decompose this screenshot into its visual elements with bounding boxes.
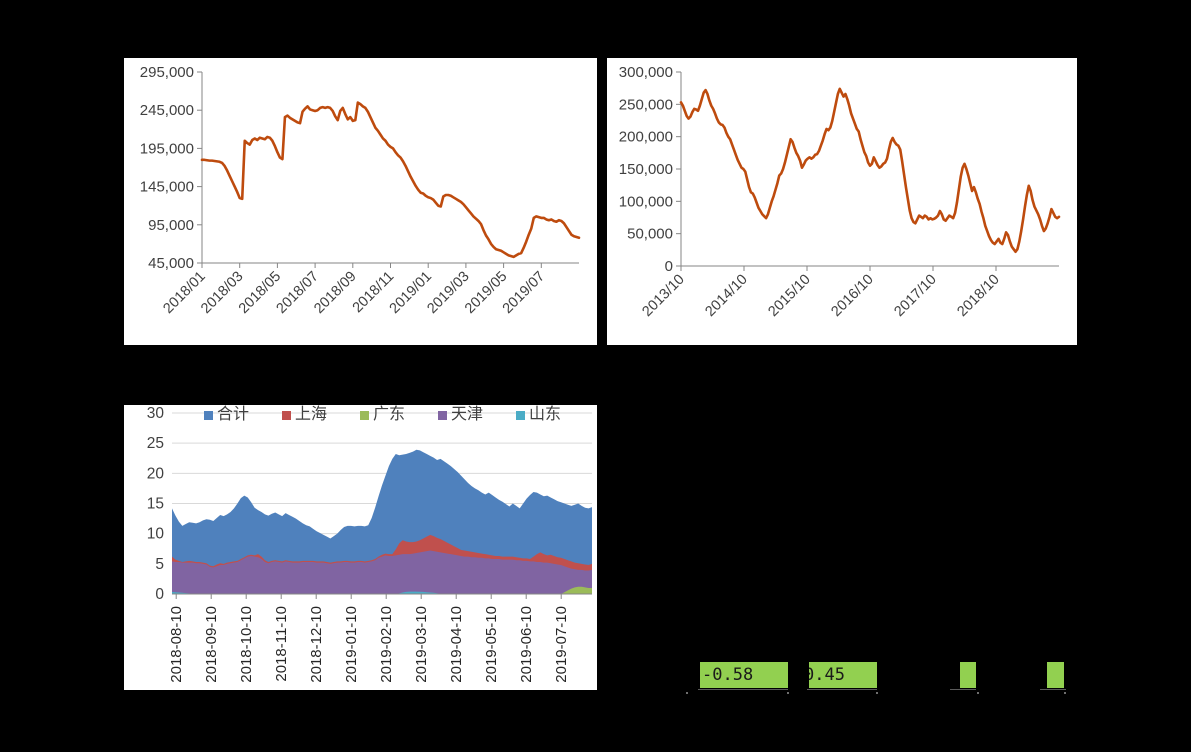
x-axis-tick-label: 2018-09-10 <box>203 606 220 683</box>
y-axis-tick-label: 50,000 <box>627 226 673 243</box>
legend-swatch-上海 <box>282 411 291 420</box>
x-axis-tick-label: 2018-08-10 <box>168 606 185 683</box>
x-axis-tick-label: 2017/10 <box>891 272 939 320</box>
data-series-line <box>200 101 581 259</box>
x-axis-tick-label: 2015/10 <box>765 272 813 320</box>
grid-dot <box>977 692 979 694</box>
y-axis-tick-label: 5 <box>155 556 164 573</box>
x-axis-tick-label: 2018/09 <box>311 269 359 317</box>
grid-dot <box>876 692 878 694</box>
y-axis-tick-label: 95,000 <box>148 217 194 234</box>
legend-swatch-广东 <box>360 411 369 420</box>
y-axis-tick-label: 145,000 <box>140 179 194 196</box>
y-axis-tick-label: 150,000 <box>619 161 673 178</box>
value-cell-3[interactable] <box>960 662 976 688</box>
y-axis-tick-label: 15 <box>147 496 164 513</box>
x-axis-tick-label: 2016/10 <box>828 272 876 320</box>
x-axis-tick-label: 2019-05-10 <box>483 606 500 683</box>
x-axis-tick-label: 2019-06-10 <box>518 606 535 683</box>
grid-dot <box>1064 692 1066 694</box>
y-axis-tick-label: 0 <box>665 258 673 275</box>
x-axis-tick-label: 2019-04-10 <box>448 606 465 683</box>
chart-legend: 合计 上海 广东 天津 山东 <box>204 405 561 423</box>
x-axis-tick-label: 2019-03-10 <box>413 606 430 683</box>
legend-swatch-山东 <box>516 411 525 420</box>
legend-swatch-天津 <box>438 411 447 420</box>
x-axis-tick-label: 2018/10 <box>954 272 1002 320</box>
stacked-area-chart: 30 25 20 15 10 5 02018-08-10 2018-09-10 2018-10-… <box>147 405 592 683</box>
legend-swatch-合计 <box>204 411 213 420</box>
y-axis-tick-label: 30 <box>147 405 165 422</box>
x-axis-tick-label: 2013/10 <box>639 272 687 320</box>
legend-label-广东: 广东 <box>373 405 405 423</box>
y-axis-tick-label: 200,000 <box>619 129 673 146</box>
cell-underline <box>950 689 976 690</box>
x-axis-tick-label: 2018-11-10 <box>273 606 290 682</box>
cell-underline <box>1040 689 1066 690</box>
x-axis-tick-label: 2018-10-10 <box>238 606 255 683</box>
y-axis-tick-label: 300,000 <box>619 64 673 81</box>
value-cell-2[interactable]: 0.45 <box>809 662 877 688</box>
data-series-line <box>679 87 1061 254</box>
line-chart-1: 295,000 245,000 195,000 145,000 95,000 45,000… <box>140 64 581 317</box>
x-axis-tick-label: 2018-12-10 <box>308 606 325 683</box>
y-axis-tick-label: 250,000 <box>619 96 673 113</box>
x-axis-tick-label: 2019-02-10 <box>378 606 395 683</box>
value-cell-1[interactable]: -0.58 <box>700 662 788 688</box>
y-axis-tick-label: 100,000 <box>619 193 673 210</box>
chart-panel-stacked-area: 30 25 20 15 10 5 0 2018-08-10 2018-09-10 2018-10-… <box>124 405 597 690</box>
line-chart-2: 300,000 250,000 200,000 150,000 100,000 50,00… <box>619 64 1061 320</box>
cell-underline <box>698 689 788 690</box>
legend-label-天津: 天津 <box>451 405 483 423</box>
x-axis-tick-label: 2019/07 <box>500 269 548 317</box>
x-axis-tick-label: 2019-01-10 <box>343 606 360 683</box>
y-axis-tick-label: 195,000 <box>140 140 194 157</box>
legend-label-山东: 山东 <box>529 405 561 423</box>
x-axis-tick-label: 2014/10 <box>702 272 750 320</box>
value-cell-4[interactable] <box>1047 662 1064 688</box>
y-axis-tick-label: 245,000 <box>140 102 194 119</box>
y-axis-tick-label: 0 <box>155 586 164 603</box>
y-axis-tick-label: 45,000 <box>148 255 194 272</box>
chart-panel-line-2: 300,000 250,000 200,000 150,000 100,000 50,00… <box>607 58 1077 345</box>
x-axis-tick-label: 2019-07-10 <box>553 606 570 683</box>
chart-panel-line-1: 295,000 245,000 195,000 145,000 95,000 45,000… <box>124 58 597 345</box>
y-axis-tick-label: 10 <box>147 526 165 543</box>
grid-dot <box>686 692 688 694</box>
y-axis-tick-label: 295,000 <box>140 64 194 81</box>
legend-label-上海: 上海 <box>295 405 327 423</box>
y-axis-tick-label: 20 <box>147 465 165 482</box>
legend-label-合计: 合计 <box>217 405 249 423</box>
grid-dot <box>787 692 789 694</box>
y-axis-tick-label: 25 <box>147 435 164 452</box>
cell-underline <box>807 689 877 690</box>
